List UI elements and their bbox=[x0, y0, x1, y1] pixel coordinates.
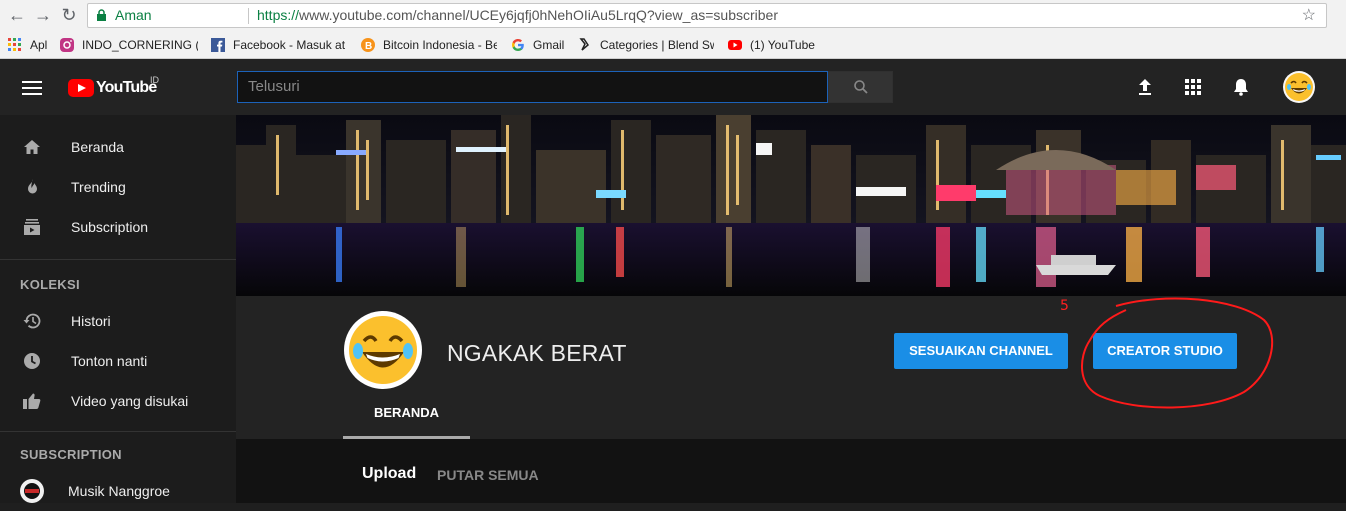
sidebar-item-label: Subscription bbox=[71, 219, 149, 235]
svg-text:B: B bbox=[365, 41, 372, 52]
search-button[interactable] bbox=[828, 71, 893, 103]
bookmark-label: Bitcoin Indonesia - Be bbox=[383, 38, 497, 52]
bookmark-star-icon[interactable]: ☆ bbox=[1302, 4, 1316, 27]
bookmark-blend[interactable]: Categories | Blend Sw bbox=[578, 36, 714, 54]
sidebar-item-label: Trending bbox=[71, 179, 126, 195]
channel-banner-image bbox=[236, 115, 1346, 296]
lock-icon bbox=[97, 9, 106, 21]
sidebar-item-label: Musik Nanggroe bbox=[68, 483, 170, 499]
sidebar-item-history[interactable]: Histori bbox=[0, 301, 236, 341]
youtube-masthead: YouTube ID Telusuri bbox=[0, 59, 1346, 115]
reload-icon[interactable]: ↻ bbox=[58, 4, 80, 26]
facebook-icon bbox=[211, 38, 225, 52]
youtube-play-icon bbox=[68, 79, 94, 97]
home-icon bbox=[24, 140, 40, 154]
bookmark-bitcoin[interactable]: B Bitcoin Indonesia - Be bbox=[361, 36, 497, 54]
bookmark-label: Facebook - Masuk ata bbox=[233, 38, 345, 52]
search-placeholder: Telusuri bbox=[248, 78, 300, 95]
bookmark-label: Gmail bbox=[533, 38, 565, 52]
sidebar-item-liked-videos[interactable]: Video yang disukai bbox=[0, 381, 236, 421]
laughing-emoji-icon bbox=[349, 316, 417, 384]
clock-icon bbox=[24, 353, 40, 369]
thumbs-up-icon bbox=[23, 393, 41, 409]
url-scheme: https:// bbox=[257, 7, 300, 23]
youtube-logo[interactable]: YouTube bbox=[68, 78, 157, 98]
channel-content: Upload PUTAR SEMUA bbox=[236, 439, 1346, 503]
instagram-icon bbox=[60, 38, 74, 52]
bookmark-label: INDO_CORNERING (@ bbox=[82, 38, 198, 52]
address-bar[interactable]: Aman https://www.youtube.com/channel/UCE… bbox=[87, 3, 1327, 28]
sidebar-item-watch-later[interactable]: Tonton nanti bbox=[0, 341, 236, 381]
search-icon bbox=[854, 80, 868, 94]
bookmark-facebook[interactable]: Facebook - Masuk ata bbox=[211, 36, 345, 54]
back-icon[interactable]: ← bbox=[6, 4, 28, 26]
url-text[interactable]: https://www.youtube.com/channel/UCEy6jqf… bbox=[257, 4, 778, 27]
search-input[interactable]: Telusuri bbox=[237, 71, 828, 103]
bookmarks-bar: Apl INDO_CORNERING (@ Facebook - Masuk a… bbox=[0, 32, 1346, 56]
subscriptions-icon bbox=[24, 219, 40, 235]
sidebar-heading-subscription: SUBSCRIPTION bbox=[20, 447, 122, 462]
sidebar: Beranda Trending Subscription KOLEKSI Hi… bbox=[0, 115, 236, 503]
sidebar-item-label: Tonton nanti bbox=[71, 353, 148, 369]
channel-name: NGAKAK BERAT bbox=[447, 340, 627, 366]
tab-home[interactable]: BERANDA bbox=[343, 393, 470, 439]
sidebar-divider bbox=[0, 431, 236, 432]
google-icon bbox=[512, 39, 524, 51]
channel-avatar[interactable] bbox=[344, 311, 422, 389]
bookmark-apps[interactable]: Apl bbox=[8, 36, 47, 54]
url-path: www.youtube.com/channel/UCEy6jqfj0hNehOI… bbox=[299, 7, 778, 23]
sidebar-item-label: Beranda bbox=[71, 139, 124, 155]
bitcoin-icon: B bbox=[361, 38, 375, 52]
youtube-logo-text: YouTube bbox=[96, 79, 157, 96]
bookmark-instagram[interactable]: INDO_CORNERING (@ bbox=[60, 36, 198, 54]
play-all-button[interactable]: PUTAR SEMUA bbox=[437, 467, 539, 483]
channel-avatar-icon bbox=[20, 479, 44, 503]
sidebar-divider bbox=[0, 259, 236, 260]
bookmark-youtube[interactable]: (1) YouTube bbox=[728, 36, 815, 54]
secure-label: Aman bbox=[115, 7, 152, 23]
flame-icon bbox=[28, 179, 37, 194]
sidebar-item-subscription[interactable]: Subscription bbox=[0, 207, 236, 247]
notifications-bell-icon[interactable] bbox=[1231, 77, 1251, 97]
menu-icon[interactable] bbox=[22, 81, 42, 95]
laughing-emoji-icon bbox=[1285, 73, 1313, 101]
bookmark-label: (1) YouTube bbox=[750, 38, 815, 52]
bookmark-label: Categories | Blend Sw bbox=[600, 38, 714, 52]
blend-icon bbox=[579, 38, 589, 51]
youtube-icon bbox=[728, 40, 742, 50]
channel-banner bbox=[236, 115, 1346, 296]
browser-chrome: ← → ↻ Aman https://www.youtube.com/chann… bbox=[0, 0, 1346, 59]
forward-icon[interactable]: → bbox=[32, 4, 54, 26]
upload-icon[interactable] bbox=[1135, 77, 1155, 97]
customize-channel-button[interactable]: SESUAIKAN CHANNEL bbox=[894, 333, 1068, 369]
region-code: ID bbox=[150, 75, 159, 85]
annotation-circle bbox=[1080, 297, 1274, 409]
history-icon bbox=[23, 313, 41, 329]
apps-icon[interactable] bbox=[1183, 77, 1203, 97]
sidebar-item-trending[interactable]: Trending bbox=[0, 167, 236, 207]
omnibox-separator bbox=[248, 8, 249, 24]
annotation-mark: 5 bbox=[1060, 298, 1069, 314]
sidebar-item-home[interactable]: Beranda bbox=[0, 127, 236, 167]
sidebar-heading-koleksi: KOLEKSI bbox=[20, 277, 80, 292]
sidebar-item-label: Video yang disukai bbox=[71, 393, 189, 409]
account-avatar[interactable] bbox=[1283, 71, 1315, 103]
apps-grid-icon bbox=[8, 38, 21, 51]
bookmark-gmail[interactable]: Gmail bbox=[511, 36, 564, 54]
bookmark-label: Apl bbox=[30, 38, 48, 52]
section-title-upload: Upload bbox=[362, 465, 417, 482]
sidebar-item-subscription-channel[interactable]: Musik Nanggroe bbox=[0, 471, 236, 511]
sidebar-item-label: Histori bbox=[71, 313, 111, 329]
